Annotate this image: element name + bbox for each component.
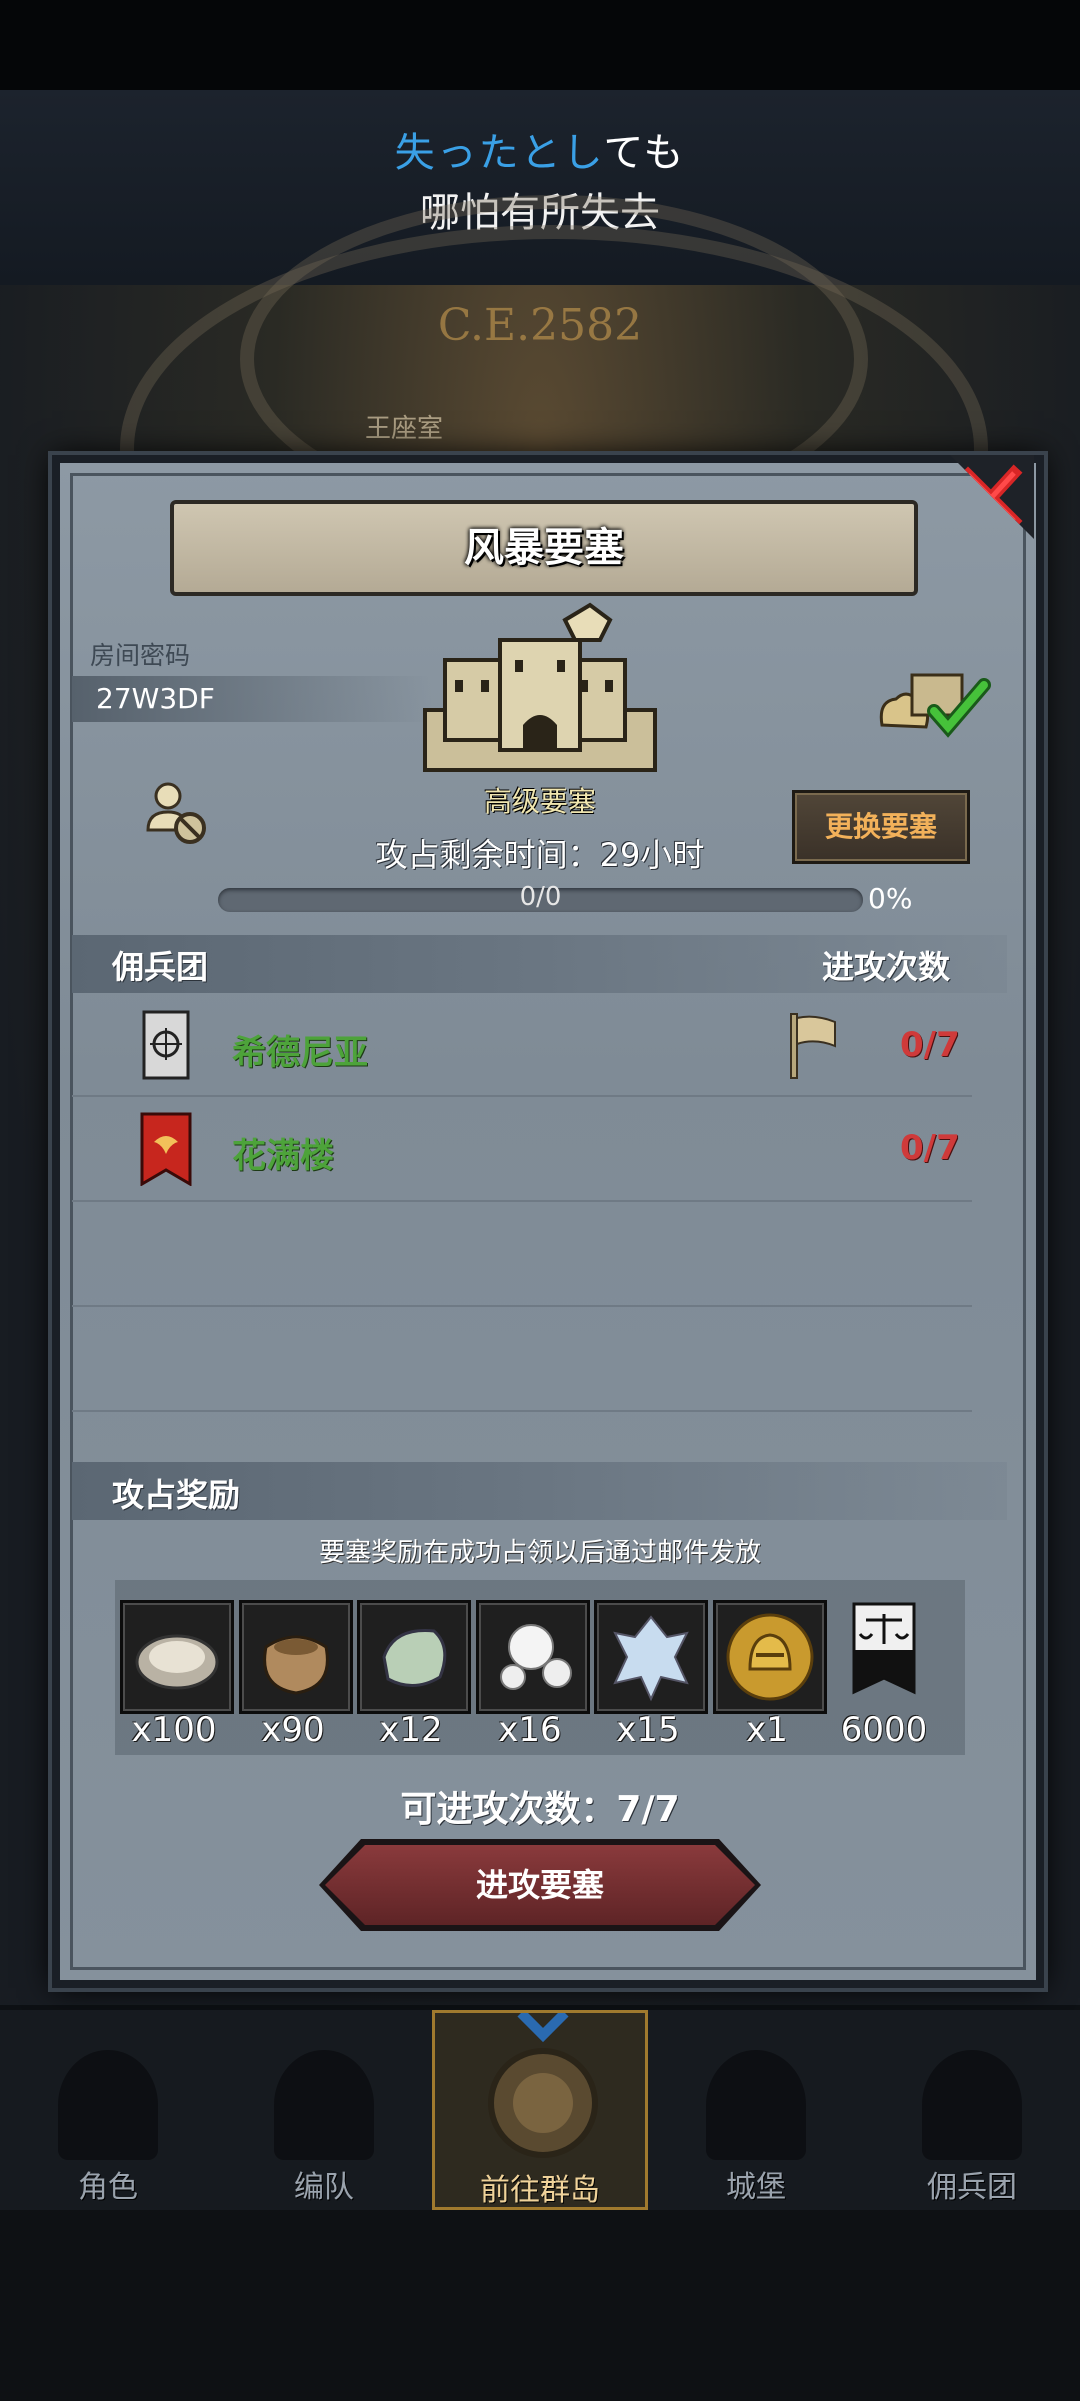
reward-qty: 6000: [840, 1710, 928, 1750]
gold-helmet-coin-icon: [726, 1613, 814, 1701]
mercenary-header: 佣兵团: [112, 948, 209, 986]
bottom-area: [0, 2210, 1080, 2401]
loot-claimed-icon[interactable]: [872, 665, 1002, 745]
reward-qty: x12: [379, 1710, 443, 1750]
attacks-header: 进攻次数: [822, 948, 951, 986]
justice-banner-icon: [852, 1602, 916, 1695]
pouch-icon: [263, 1635, 329, 1695]
reward-qty: x15: [616, 1710, 680, 1750]
nav-label: 城堡: [726, 2170, 786, 2205]
progress-percent: 0%: [868, 882, 913, 915]
nav-label: 编队: [294, 2170, 354, 2205]
rewards-header: 攻占奖励: [112, 1476, 241, 1514]
row-divider: [72, 1200, 972, 1202]
attack-fortress-button[interactable]: 进攻要塞: [325, 1845, 755, 1925]
attack-count: 0/7: [900, 1128, 960, 1168]
guild-emblem-icon: [142, 1010, 190, 1080]
room-code[interactable]: 27W3DF: [96, 682, 215, 715]
room-code-label: 房间密码: [90, 641, 191, 670]
oyster-icon: [135, 1634, 219, 1690]
nav-label: 角色: [78, 2170, 138, 2205]
row-divider: [72, 1410, 972, 1412]
globe-icon: [488, 2013, 598, 2158]
crystal-icon: [613, 1615, 689, 1702]
pearl-icon: [500, 1624, 572, 1690]
fortress-title: 风暴要塞: [170, 500, 918, 596]
nav-castle[interactable]: 城堡: [648, 2010, 864, 2210]
reward-item-pouch[interactable]: [239, 1600, 353, 1714]
remaining-attacks: 可进攻次数：7/7: [400, 1789, 680, 1830]
reward-item-crystal[interactable]: [594, 1600, 708, 1714]
reward-qty: x90: [261, 1710, 325, 1750]
row-divider: [72, 1095, 972, 1097]
reward-qty: x16: [498, 1710, 562, 1750]
time-remaining: 攻占剩余时间：29小时: [375, 836, 705, 874]
reward-item-oyster[interactable]: [120, 1600, 234, 1714]
reward-qty: x1: [746, 1710, 788, 1750]
nav-label: 前往群岛: [480, 2173, 600, 2208]
lyric-rest: ても: [603, 130, 686, 176]
nav-label: 佣兵团: [927, 2170, 1017, 2205]
lyric-line-1: 失ったとしても: [0, 120, 1080, 178]
status-bar: [0, 0, 1080, 90]
reward-item-pearl[interactable]: [476, 1600, 590, 1714]
era-label: C.E.2582: [437, 300, 643, 351]
guild-name[interactable]: 花满楼: [232, 1128, 334, 1177]
reward-note: 要塞奖励在成功占领以后通过邮件发放: [318, 1538, 761, 1568]
reward-item-gold-helmet[interactable]: [713, 1600, 827, 1714]
castle-nav-icon: [706, 2050, 806, 2160]
jade-stone-icon: [382, 1629, 447, 1687]
progress-text: 0/0: [519, 882, 562, 912]
reward-qty: x100: [131, 1710, 217, 1750]
nav-formation[interactable]: 编队: [216, 2010, 432, 2210]
lyric-highlight: 失ったとし: [394, 130, 604, 176]
nav-mercenary[interactable]: 佣兵团: [864, 2010, 1080, 2210]
reward-item-justice[interactable]: [830, 1600, 938, 1708]
throne-room-label: 王座室: [365, 414, 444, 444]
guild-banner-icon: [140, 1112, 192, 1186]
guild-name[interactable]: 希德尼亚: [232, 1025, 368, 1074]
helmet-icon: [274, 2050, 374, 2160]
knight-icon: [58, 2050, 158, 2160]
row-divider: [72, 1305, 972, 1307]
flag-icon[interactable]: [785, 1010, 841, 1080]
reward-item-jade[interactable]: [357, 1600, 471, 1714]
attack-count: 0/7: [900, 1025, 960, 1065]
nav-islands[interactable]: 前往群岛: [432, 2010, 648, 2210]
castle-icon: [423, 602, 657, 772]
ship-icon: [922, 2050, 1022, 2160]
nav-character[interactable]: 角色: [0, 2010, 216, 2210]
